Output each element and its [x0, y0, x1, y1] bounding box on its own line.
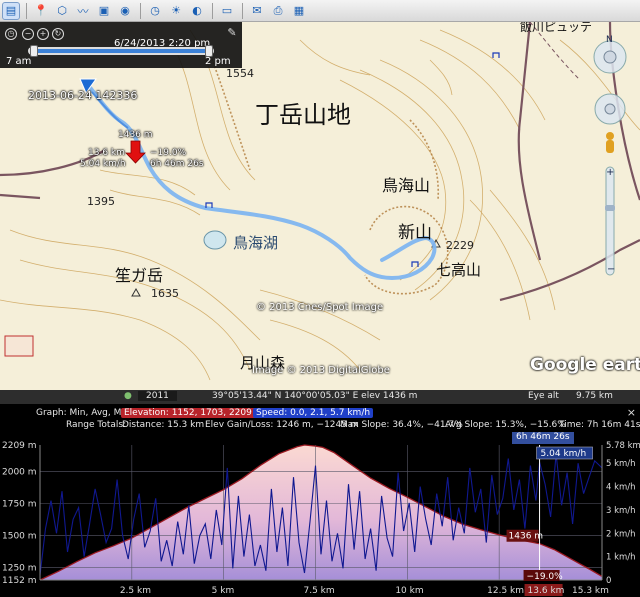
y-right-tick-label: 3 km/h — [606, 506, 636, 516]
email-icon[interactable]: ✉ — [248, 2, 266, 20]
x-tick-label: 7.5 km — [303, 586, 334, 596]
eye-alt-value: 9.75 km — [576, 391, 613, 401]
cursor-speed-tag: 5.04 km/h — [541, 449, 587, 459]
ruler-icon[interactable]: ▭ — [218, 2, 236, 20]
planets-icon[interactable]: ◐ — [188, 2, 206, 20]
placemark-icon[interactable]: 📍 — [32, 2, 50, 20]
elev-1635: 1635 — [151, 287, 179, 300]
y-right-tick-label: 2 km/h — [606, 529, 636, 539]
google-earth-logo: Google earth — [530, 355, 640, 375]
graph-label: Graph: Min, Avg, Max — [36, 408, 133, 418]
sidebar-icon[interactable]: ▤ — [2, 1, 20, 20]
elev-1395: 1395 — [87, 195, 115, 208]
toolbar-separator — [140, 2, 141, 19]
label-kasagatake: 笙ガ岳 — [115, 266, 164, 285]
label-shinzan: 新山 — [398, 223, 432, 243]
label-mt-chokai: 鳥海山 — [382, 176, 431, 195]
elevation-profile-chart[interactable]: 2209 m 2000 m 1750 m 1500 m 1250 m 1152 m 5.78… — [0, 440, 640, 597]
elev-2229: 2229 — [446, 239, 474, 252]
polygon-icon[interactable]: ⬡ — [53, 2, 71, 20]
elevation-stats-tag[interactable]: Elevation: 1152, 1703, 2209 m — [121, 408, 267, 418]
pin-time: 6h 46m 26s — [150, 159, 204, 169]
range-distance: Distance: 15.3 km — [122, 420, 205, 430]
imagery-year[interactable]: 2011 — [138, 391, 177, 401]
status-bar: ● 2011 39°05'13.44" N 140°00'05.03" E el… — [0, 390, 640, 404]
time-slider[interactable]: ◷ − + ↻ 6/24/2013 2:20 pm 7 am 2 pm ✎ — [0, 22, 242, 68]
y-left-tick-label: 1500 m — [2, 532, 37, 542]
toolbar-separator — [26, 2, 27, 19]
cursor-coordinates: 39°05'13.44" N 140°00'05.03" E elev 1436… — [212, 391, 418, 401]
cursor-slope-tag: −19.0% — [527, 572, 564, 582]
path-icon[interactable]: 〰 — [74, 2, 92, 20]
y-left-tick-label: 2209 m — [2, 441, 37, 451]
x-tick-label: 13.6 km — [528, 586, 565, 596]
copyright-cnes: © 2013 Cnes/Spot Image — [256, 302, 384, 313]
historical-imagery-icon[interactable]: ◷ — [146, 2, 164, 20]
label-lake: 鳥海湖 — [233, 234, 279, 252]
map-stamp-logo — [4, 335, 34, 357]
print-icon[interactable]: ⎙ — [269, 2, 287, 20]
x-tick-label: 10 km — [395, 586, 423, 596]
x-tick-label: 2.5 km — [120, 586, 151, 596]
range-time: Time: 7h 16m 41s — [559, 420, 640, 430]
tour-icon[interactable]: ◉ — [116, 2, 134, 20]
wrench-icon[interactable]: ✎ — [226, 27, 238, 40]
time-slider-end-label: 2 pm — [205, 56, 231, 67]
pin-slope: −19.0% — [150, 148, 187, 158]
svg-text:+: + — [606, 167, 614, 178]
zoom-out-icon[interactable]: − — [22, 28, 34, 40]
maps-icon[interactable]: ▦ — [290, 2, 308, 20]
pin-elevation: 1436 m — [118, 130, 153, 140]
y-right-tick-label: 4 km/h — [606, 483, 636, 493]
cursor-elevation-tag: 1436 m — [509, 532, 544, 542]
svg-text:N: N — [606, 35, 613, 45]
toolbar: ▤ 📍 ⬡ 〰 ▣ ◉ ◷ ☀ ◐ ▭ ✉ ⎙ ▦ — [0, 0, 640, 22]
zoom-in-icon[interactable]: + — [37, 28, 49, 40]
lake-shape — [203, 230, 227, 250]
time-slider-range — [34, 49, 210, 53]
y-left-tick-label: 1750 m — [2, 500, 37, 510]
speed-stats-tag[interactable]: Speed: 0.0, 2.1, 5.7 km/h — [253, 408, 374, 418]
range-label: Range Totals: — [66, 420, 127, 430]
sun-icon[interactable]: ☀ — [167, 2, 185, 20]
image-overlay-icon[interactable]: ▣ — [95, 2, 113, 20]
profile-graph-row: Graph: Min, Avg, Max Elevation: 1152, 17… — [0, 408, 640, 420]
elev-1554: 1554 — [226, 67, 254, 80]
globe-icon: ● — [124, 391, 132, 401]
replay-icon[interactable]: ↻ — [52, 28, 64, 40]
x-tick-label: 15.3 km — [572, 586, 609, 596]
y-right-tick-label: 0 — [606, 576, 611, 586]
pegman-icon[interactable] — [606, 132, 614, 153]
profile-range-row: Range Totals: Distance: 15.3 km Elev Gai… — [0, 420, 640, 432]
label-region: 丁岳山地 — [255, 101, 351, 129]
range-avg-slope: Avg Slope: 15.3%, −15.6% — [445, 420, 566, 430]
track-timestamp: 2013-06-24 142336 — [28, 89, 138, 102]
nav-controls[interactable]: N + − — [593, 35, 627, 276]
pin-speed: 5.04 km/h — [80, 159, 126, 169]
copyright-digitalglobe: Image © 2013 DigitalGlobe — [252, 365, 390, 376]
x-tick-label: 5 km — [212, 586, 235, 596]
toolbar-separator — [212, 2, 213, 19]
y-right-tick-label: 1 km/h — [606, 553, 636, 563]
y-left-tick-label: 2000 m — [2, 468, 37, 478]
y-right-tick-label: 5 km/h — [606, 459, 636, 469]
x-tick-label: 12.5 km — [487, 586, 524, 596]
y-left-tick-label: 1250 m — [2, 563, 37, 573]
toolbar-separator — [242, 2, 243, 19]
y-left-tick-label: 1152 m — [2, 576, 37, 586]
y-right-tick-label: 5.78 km/h — [606, 441, 640, 451]
svg-text:−: − — [607, 264, 615, 275]
label-hut: 飯川ピュッテ — [520, 22, 593, 34]
pin-distance: 13.6 km — [88, 148, 125, 158]
map-view[interactable]: N + − 丁岳山地 鳥海山 新山 七高山 鳥海湖 笙ガ岳 月山森 飯川ピュッテ… — [0, 22, 640, 390]
time-slider-start-label: 7 am — [6, 56, 32, 67]
range-gain-loss: Elev Gain/Loss: 1246 m, −1245 m — [205, 420, 359, 430]
label-shichikozan: 七高山 — [436, 261, 482, 279]
clock-icon[interactable]: ◷ — [5, 28, 17, 40]
eye-alt-label: Eye alt — [528, 391, 559, 401]
